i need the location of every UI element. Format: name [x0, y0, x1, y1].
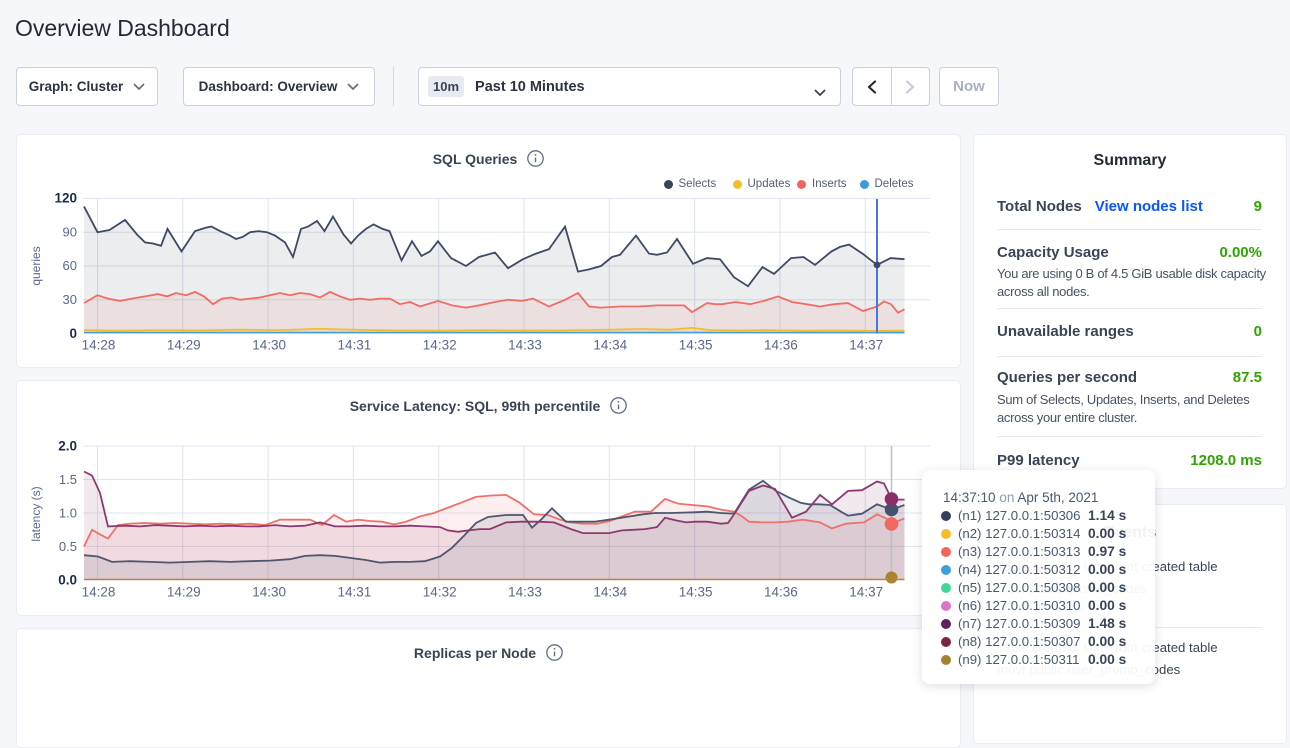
svg-text:14:32: 14:32 — [423, 585, 457, 600]
svg-text:14:30: 14:30 — [252, 338, 286, 353]
svg-text:90: 90 — [63, 224, 77, 239]
svg-text:14:36: 14:36 — [764, 585, 798, 600]
svg-text:14:36: 14:36 — [764, 338, 798, 353]
svg-text:14:33: 14:33 — [508, 338, 542, 353]
svg-text:14:28: 14:28 — [82, 338, 116, 353]
svg-text:14:32: 14:32 — [423, 338, 457, 353]
svg-text:14:37: 14:37 — [849, 585, 883, 600]
svg-text:0.0: 0.0 — [58, 573, 77, 588]
svg-text:0.5: 0.5 — [59, 539, 77, 554]
svg-text:14:28: 14:28 — [82, 585, 116, 600]
svg-text:14:33: 14:33 — [508, 585, 542, 600]
svg-text:14:29: 14:29 — [167, 585, 201, 600]
svg-text:14:31: 14:31 — [338, 585, 372, 600]
svg-text:14:34: 14:34 — [593, 338, 627, 353]
svg-text:14:35: 14:35 — [679, 338, 713, 353]
svg-text:14:31: 14:31 — [338, 338, 372, 353]
svg-text:14:30: 14:30 — [252, 585, 286, 600]
svg-text:30: 30 — [63, 292, 77, 307]
svg-text:120: 120 — [54, 191, 77, 206]
svg-text:60: 60 — [63, 258, 77, 273]
svg-text:1.5: 1.5 — [59, 472, 77, 487]
svg-text:14:29: 14:29 — [167, 338, 201, 353]
svg-text:1.0: 1.0 — [59, 506, 77, 521]
svg-text:2.0: 2.0 — [58, 439, 77, 454]
svg-text:14:35: 14:35 — [679, 585, 713, 600]
svg-text:queries: queries — [29, 246, 43, 285]
svg-text:latency (s): latency (s) — [29, 486, 43, 541]
svg-text:14:34: 14:34 — [593, 585, 627, 600]
svg-text:0: 0 — [69, 326, 77, 341]
svg-text:14:37: 14:37 — [849, 338, 883, 353]
